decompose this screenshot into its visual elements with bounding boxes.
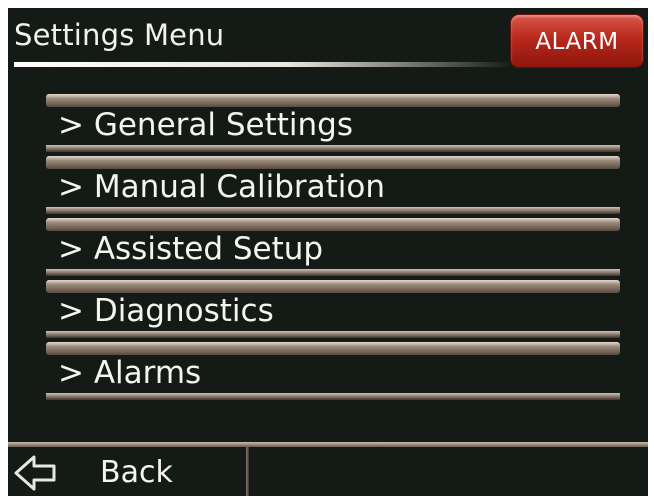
alarm-button[interactable]: ALARM [510,14,644,68]
title-underline [14,62,514,67]
menu-item-label: > Diagnostics [58,293,274,329]
menu-item-bottom-bar [46,269,620,276]
menu-item-bottom-bar [46,145,620,152]
menu-item-diagnostics[interactable]: > Diagnostics [46,280,620,342]
menu-item-bottom-bar [46,207,620,214]
menu-item-assisted-setup[interactable]: > Assisted Setup [46,218,620,280]
menu-item-label: > General Settings [58,107,353,143]
menu-item-label: > Alarms [58,355,202,391]
back-arrow-icon [14,455,56,491]
menu-item-bottom-bar [46,331,620,338]
menu-item-label: > Manual Calibration [58,169,385,205]
footer-bar: Back [8,442,648,496]
page-title: Settings Menu [14,18,225,52]
settings-screen: Settings Menu ALARM > General Settings >… [8,8,648,496]
back-label: Back [100,455,173,490]
menu-item-alarms[interactable]: > Alarms [46,342,620,404]
menu-item-manual-calibration[interactable]: > Manual Calibration [46,156,620,218]
settings-menu-list: > General Settings > Manual Calibration … [46,94,620,404]
footer-vertical-divider [246,447,249,496]
menu-item-general-settings[interactable]: > General Settings [46,94,620,156]
back-button[interactable]: Back [8,447,246,496]
menu-item-label: > Assisted Setup [58,231,324,267]
header: Settings Menu ALARM [8,8,648,70]
menu-item-bottom-bar [46,393,620,400]
